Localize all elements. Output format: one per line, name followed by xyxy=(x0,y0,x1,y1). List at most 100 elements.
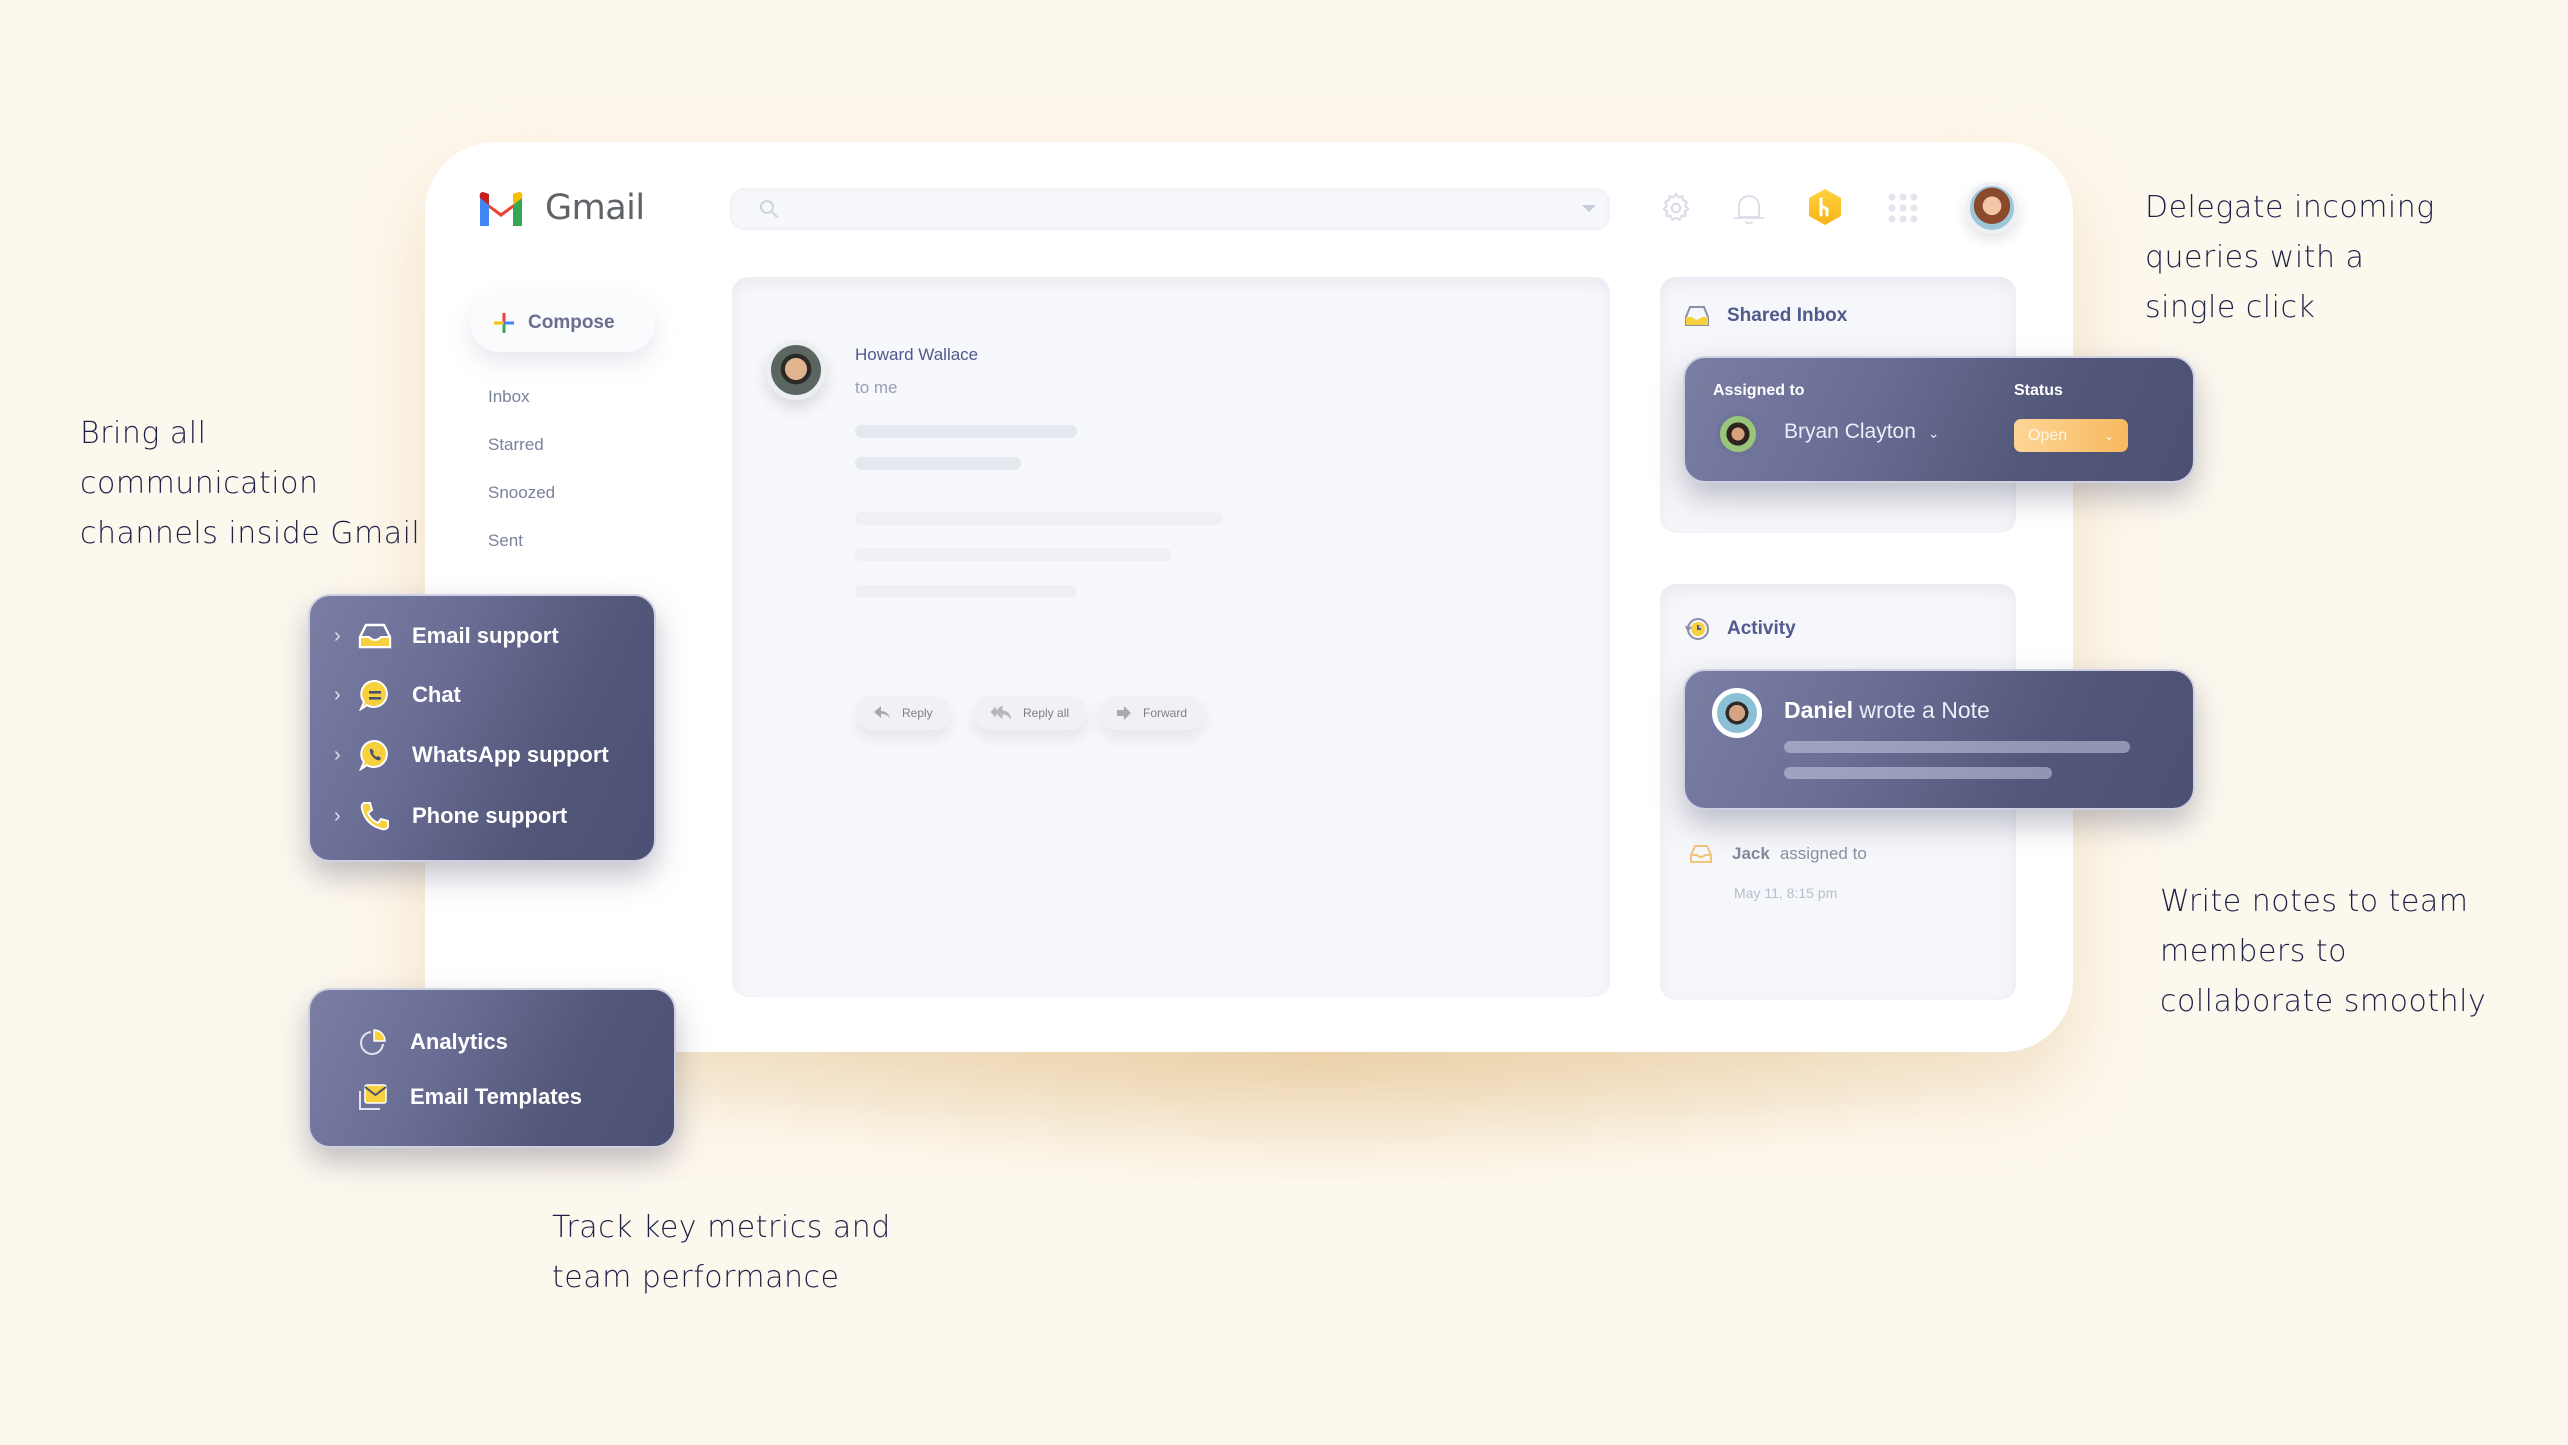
email-body-placeholder-line xyxy=(855,457,1021,470)
annotation-line: Track key metrics and xyxy=(552,1210,891,1245)
compose-button[interactable]: Compose xyxy=(470,294,655,352)
note-placeholder-line xyxy=(1784,767,2052,779)
annotation-line: channels inside Gmail xyxy=(80,516,421,551)
note-author: Daniel xyxy=(1784,697,1854,723)
reply-label: Reply xyxy=(902,706,933,720)
reply-all-icon xyxy=(991,706,1011,720)
channel-label: Chat xyxy=(412,682,461,707)
annotation-notes: Write notes to team members to collabora… xyxy=(2160,877,2486,1027)
email-body-placeholder-line xyxy=(855,585,1077,598)
recipient-label: to me xyxy=(855,378,898,397)
annotation-line: team performance xyxy=(552,1260,840,1295)
feature-email-templates[interactable]: Email Templates xyxy=(354,1081,582,1113)
plus-icon xyxy=(494,313,514,333)
annotation-metrics: Track key metrics and team performance xyxy=(552,1203,891,1303)
search-options-caret-icon[interactable] xyxy=(1582,205,1596,212)
status-label: Status xyxy=(2014,382,2063,399)
status-value: Open xyxy=(2028,426,2068,444)
sidebar-item-snoozed[interactable]: Snoozed xyxy=(488,483,555,503)
note-card[interactable] xyxy=(1683,669,2195,810)
pie-chart-icon xyxy=(354,1026,392,1058)
feature-label: Analytics xyxy=(410,1029,508,1054)
reply-all-label: Reply all xyxy=(1023,706,1070,720)
annotation-line: communication xyxy=(80,466,319,501)
forward-button[interactable]: Forward xyxy=(1099,696,1206,730)
hiver-logo-icon[interactable] xyxy=(1808,188,1842,226)
apps-grid-icon[interactable] xyxy=(1888,193,1918,223)
log-actor: Jack xyxy=(1732,844,1770,863)
search-bar[interactable] xyxy=(730,188,1610,230)
channel-chat[interactable]: › Chat xyxy=(334,679,461,711)
feature-label: Email Templates xyxy=(410,1084,582,1109)
annotation-line: Delegate incoming xyxy=(2145,190,2435,225)
gmail-m-icon xyxy=(479,192,523,226)
activity-title: Activity xyxy=(1727,618,1796,639)
forward-label: Forward xyxy=(1143,706,1188,720)
annotation-line: single click xyxy=(2145,290,2316,325)
settings-icon[interactable] xyxy=(1659,191,1693,225)
note-action: wrote a Note xyxy=(1859,697,1990,723)
sidebar-item-sent[interactable]: Sent xyxy=(488,531,523,551)
user-avatar[interactable] xyxy=(1966,182,2018,234)
search-icon xyxy=(760,200,778,218)
sender-avatar xyxy=(766,340,826,400)
channel-phone-support[interactable]: › Phone support xyxy=(334,800,567,832)
log-timestamp: May 11, 8:15 pm xyxy=(1734,885,1838,901)
shared-inbox-icon xyxy=(1685,306,1709,326)
channel-label: WhatsApp support xyxy=(412,742,609,767)
channel-whatsapp-support[interactable]: › WhatsApp support xyxy=(334,739,609,771)
note-headline: Daniel wrote a Note xyxy=(1784,697,1990,724)
channel-label: Email support xyxy=(412,623,559,648)
status-dropdown[interactable]: Open ⌄ xyxy=(2014,419,2128,452)
channel-email-support[interactable]: › Email support xyxy=(334,620,559,652)
reply-all-button[interactable]: Reply all xyxy=(973,696,1088,730)
activity-history-icon xyxy=(1685,618,1709,640)
annotation-line: Bring all xyxy=(80,416,207,451)
compose-label: Compose xyxy=(528,312,615,333)
annotation-line: queries with a xyxy=(2145,240,2365,275)
email-body-placeholder-line xyxy=(855,512,1223,525)
bell-icon[interactable] xyxy=(1733,191,1765,227)
shared-inbox-title: Shared Inbox xyxy=(1727,305,1848,326)
chevron-right-icon: › xyxy=(334,743,341,766)
annotation-line: collaborate smoothly xyxy=(2160,984,2487,1019)
annotation-line: members to xyxy=(2160,934,2348,969)
assignee-name: Bryan Clayton xyxy=(1784,420,1916,443)
chevron-down-icon: ⌄ xyxy=(2103,428,2114,443)
assigned-to-label: Assigned to xyxy=(1713,382,1805,399)
feature-analytics[interactable]: Analytics xyxy=(354,1026,508,1058)
chevron-right-icon: › xyxy=(334,624,341,647)
note-author-avatar xyxy=(1712,688,1762,738)
inbox-tray-icon xyxy=(356,620,394,652)
activity-log-item: Jack assigned to xyxy=(1690,844,1867,864)
assignee-dropdown[interactable]: Bryan Clayton ⌄ xyxy=(1784,420,1939,444)
forward-icon xyxy=(1117,706,1131,720)
gmail-logo[interactable]: Gmail xyxy=(477,188,645,228)
chevron-right-icon: › xyxy=(334,683,341,706)
email-body-placeholder-line xyxy=(855,425,1077,438)
inbox-tray-icon xyxy=(1690,845,1712,863)
sidebar-item-inbox[interactable]: Inbox xyxy=(488,387,530,407)
window-shadow-glow xyxy=(620,1050,2020,1190)
reply-button[interactable]: Reply xyxy=(856,696,951,730)
sender-name[interactable]: Howard Wallace xyxy=(855,345,978,365)
assignee-avatar xyxy=(1716,412,1760,456)
whatsapp-icon xyxy=(356,739,394,771)
annotation-channels: Bring all communication channels inside … xyxy=(80,409,420,559)
channel-label: Phone support xyxy=(412,803,568,828)
gmail-wordmark: Gmail xyxy=(545,188,645,228)
note-placeholder-line xyxy=(1784,741,2130,753)
email-body-placeholder-line xyxy=(855,548,1171,561)
email-templates-icon xyxy=(354,1081,392,1113)
sidebar-item-starred[interactable]: Starred xyxy=(488,435,544,455)
phone-icon xyxy=(356,800,394,832)
chevron-down-icon: ⌄ xyxy=(1927,425,1940,441)
chevron-right-icon: › xyxy=(334,804,341,827)
search-input[interactable] xyxy=(790,188,1550,230)
features-card xyxy=(308,988,676,1148)
annotation-delegate: Delegate incoming queries with a single … xyxy=(2145,183,2435,333)
annotation-line: Write notes to team xyxy=(2160,884,2469,919)
chat-bubble-icon xyxy=(356,679,394,711)
reply-icon xyxy=(874,706,890,719)
log-text: assigned to xyxy=(1779,844,1867,863)
